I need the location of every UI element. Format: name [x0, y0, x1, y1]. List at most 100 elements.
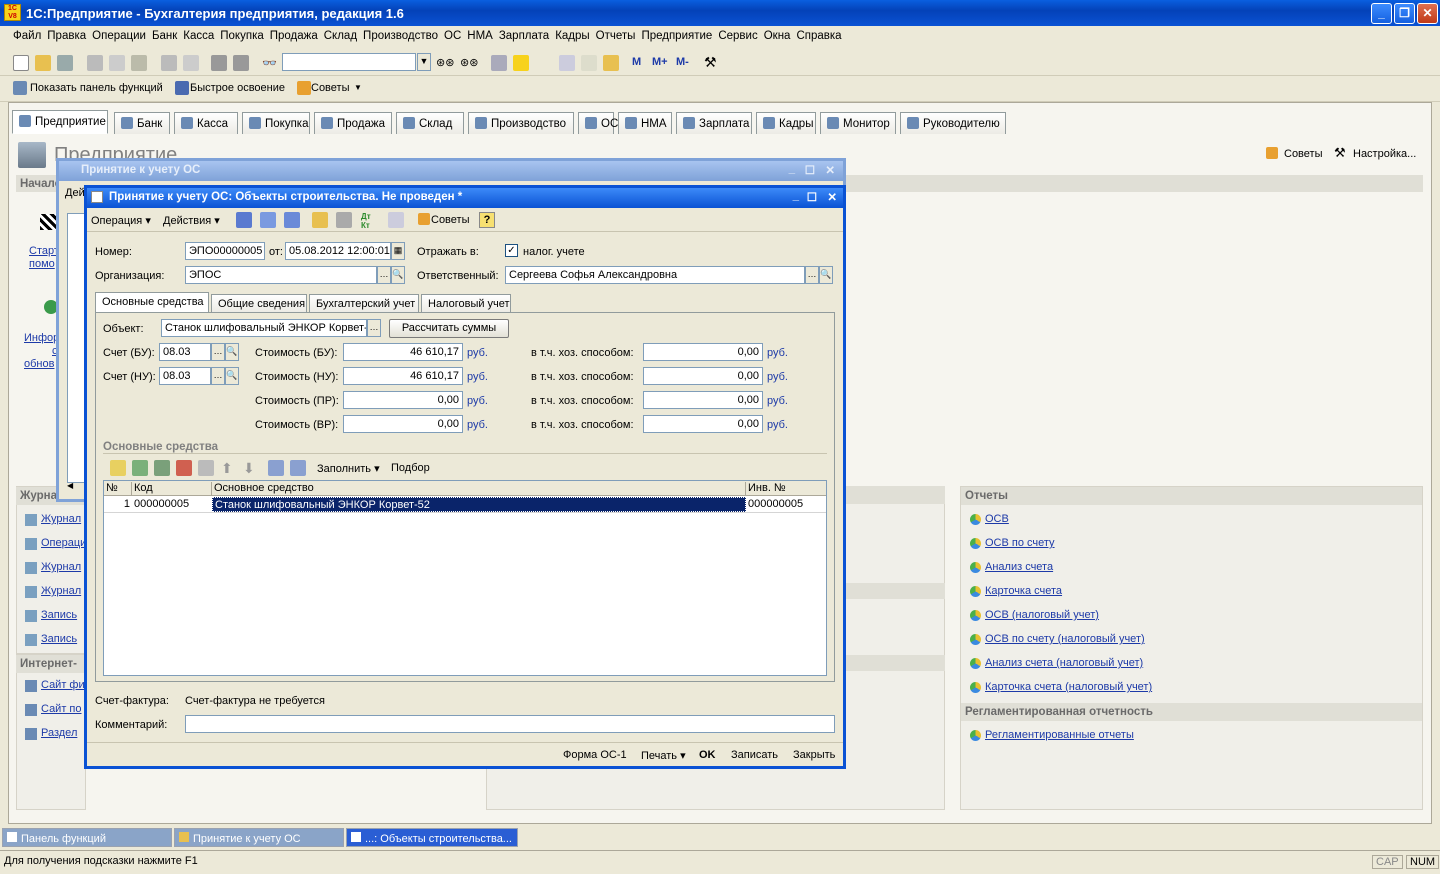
page-tips-link[interactable]: Советы — [1284, 148, 1322, 160]
tax-checkbox[interactable]: ✓ — [505, 244, 518, 257]
hx-field[interactable]: 0,00 — [643, 415, 763, 433]
bg-window-scroll-left[interactable]: ◀ — [67, 481, 81, 493]
bg-window-minimize-button[interactable]: _ — [789, 163, 795, 175]
tab-8[interactable]: НМА — [618, 112, 672, 134]
undo-icon[interactable] — [211, 55, 227, 71]
open-icon[interactable] — [35, 55, 51, 71]
copy-icon[interactable] — [109, 55, 125, 71]
journal-link[interactable]: Запись — [41, 633, 77, 645]
bg-window-close-button[interactable]: ✕ — [825, 163, 835, 177]
ok-button[interactable]: OK — [699, 749, 716, 761]
tab-1[interactable]: Банк — [114, 112, 170, 134]
doc-tab-0[interactable]: Основные средства — [95, 292, 209, 313]
report-link[interactable]: ОСВ — [985, 513, 1009, 525]
tools-icon[interactable]: ⚒ — [704, 54, 717, 71]
menu-item-2[interactable]: Операции — [89, 28, 149, 44]
operation-menu[interactable]: Операция ▾ — [91, 214, 151, 227]
hx-field[interactable]: 0,00 — [643, 343, 763, 361]
calendar-button[interactable]: ▦ — [391, 242, 405, 260]
bg-window-tab[interactable]: Дей — [65, 187, 85, 199]
acc-bu-select-button[interactable]: … — [211, 343, 225, 361]
cost-field[interactable]: 46 610,17 — [343, 343, 463, 361]
save-button[interactable]: Записать — [731, 749, 778, 761]
menu-item-14[interactable]: Предприятие — [638, 28, 715, 44]
chevron-down-icon[interactable]: ▼ — [354, 83, 362, 92]
start-link-2[interactable]: помо — [29, 258, 55, 270]
dt-kt-icon[interactable]: Дт Кт — [361, 212, 371, 230]
object-select-button[interactable]: … — [367, 319, 381, 337]
os-grid[interactable]: № Код Основное средство Инв. № 1 00000000… — [103, 480, 827, 676]
tab-4[interactable]: Продажа — [314, 112, 392, 134]
show-panel-button[interactable]: Показать панель функций — [30, 82, 163, 94]
grid-header-n[interactable]: № — [106, 482, 132, 496]
edit-row-icon[interactable] — [154, 460, 170, 476]
menu-item-12[interactable]: Кадры — [552, 28, 592, 44]
hx-field[interactable]: 0,00 — [643, 367, 763, 385]
form-os1-button[interactable]: Форма ОС-1 — [563, 749, 627, 761]
bg-window-maximize-button[interactable]: ☐ — [805, 163, 815, 177]
tab-10[interactable]: Кадры — [756, 112, 816, 134]
document-close-button[interactable]: ✕ — [827, 190, 837, 204]
calendar-icon[interactable] — [581, 55, 597, 71]
print-button[interactable]: Печать ▾ — [641, 749, 686, 762]
task-document[interactable]: ...: Объекты строительства... — [346, 828, 518, 847]
move-up-icon[interactable]: ⬆ — [221, 460, 233, 477]
internet-link[interactable]: Раздел — [41, 727, 77, 739]
comment-field[interactable] — [185, 715, 835, 733]
move-down-icon[interactable]: ⬇ — [243, 460, 255, 477]
task-os-list[interactable]: Принятие к учету ОС — [174, 828, 344, 847]
close-doc-button[interactable]: Закрыть — [793, 749, 835, 761]
memory-mplus-icon[interactable]: M+ — [652, 56, 668, 68]
internet-link[interactable]: Сайт фи — [41, 679, 85, 691]
find-next-icon[interactable]: ⊛⊛ — [436, 56, 454, 69]
close-button[interactable]: ✕ — [1417, 3, 1438, 24]
sort-asc-icon[interactable] — [268, 460, 284, 476]
report-link[interactable]: ОСВ (налоговый учет) — [985, 609, 1099, 621]
delete-row-icon[interactable] — [176, 460, 192, 476]
actions-menu[interactable]: Действия ▾ — [163, 214, 220, 227]
number-field[interactable]: ЭПО00000005 — [185, 242, 265, 260]
cost-field[interactable]: 46 610,17 — [343, 367, 463, 385]
paste-icon[interactable] — [131, 55, 147, 71]
sort-desc-icon[interactable] — [290, 460, 306, 476]
memory-mminus-icon[interactable]: M- — [676, 56, 689, 68]
save-icon[interactable] — [57, 55, 73, 71]
menu-item-16[interactable]: Окна — [761, 28, 794, 44]
journal-link[interactable]: Журнал — [41, 513, 81, 525]
acc-bu-open-button[interactable]: 🔍 — [225, 343, 239, 361]
journal-link[interactable]: Журнал — [41, 585, 81, 597]
menu-item-7[interactable]: Склад — [321, 28, 360, 44]
org-open-button[interactable]: 🔍 — [391, 266, 405, 284]
help-button[interactable]: ? — [479, 212, 495, 228]
info-link-1[interactable]: Инфор — [24, 332, 59, 344]
minimize-button[interactable]: _ — [1371, 3, 1392, 24]
find-prev-icon[interactable]: ⊛⊛ — [460, 56, 478, 69]
tab-2[interactable]: Касса — [174, 112, 238, 134]
acc-nu-open-button[interactable]: 🔍 — [225, 367, 239, 385]
report-link[interactable]: Анализ счета — [985, 561, 1053, 573]
end-edit-icon[interactable] — [198, 460, 214, 476]
report-link[interactable]: ОСВ по счету — [985, 537, 1055, 549]
1c-icon[interactable] — [513, 55, 529, 71]
grid-header-inv[interactable]: Инв. № — [748, 482, 824, 496]
tab-3[interactable]: Покупка — [242, 112, 310, 134]
cost-field[interactable]: 0,00 — [343, 415, 463, 433]
document-maximize-button[interactable]: ☐ — [807, 190, 817, 204]
search-dropdown-button[interactable]: ▼ — [417, 53, 431, 71]
settings-link[interactable]: Настройка... — [1353, 148, 1416, 160]
task-functions-panel[interactable]: Панель функций — [2, 828, 172, 847]
refresh-icon[interactable] — [260, 212, 276, 228]
grid-header-name[interactable]: Основное средство — [214, 482, 746, 496]
tab-5[interactable]: Склад — [396, 112, 464, 134]
menu-item-17[interactable]: Справка — [793, 28, 844, 44]
journal-link[interactable]: Запись — [41, 609, 77, 621]
new-icon[interactable] — [13, 55, 29, 71]
tab-7[interactable]: ОС — [578, 112, 618, 134]
document-tips-button[interactable]: Советы — [431, 214, 469, 226]
print-icon[interactable] — [161, 55, 177, 71]
table-row[interactable]: 1 000000005 Станок шлифовальный ЭНКОР Корв… — [104, 497, 826, 513]
cut-icon[interactable] — [87, 55, 103, 71]
menu-item-13[interactable]: Отчеты — [593, 28, 639, 44]
menu-item-6[interactable]: Продажа — [267, 28, 321, 44]
report-link[interactable]: Анализ счета (налоговый учет) — [985, 657, 1143, 669]
